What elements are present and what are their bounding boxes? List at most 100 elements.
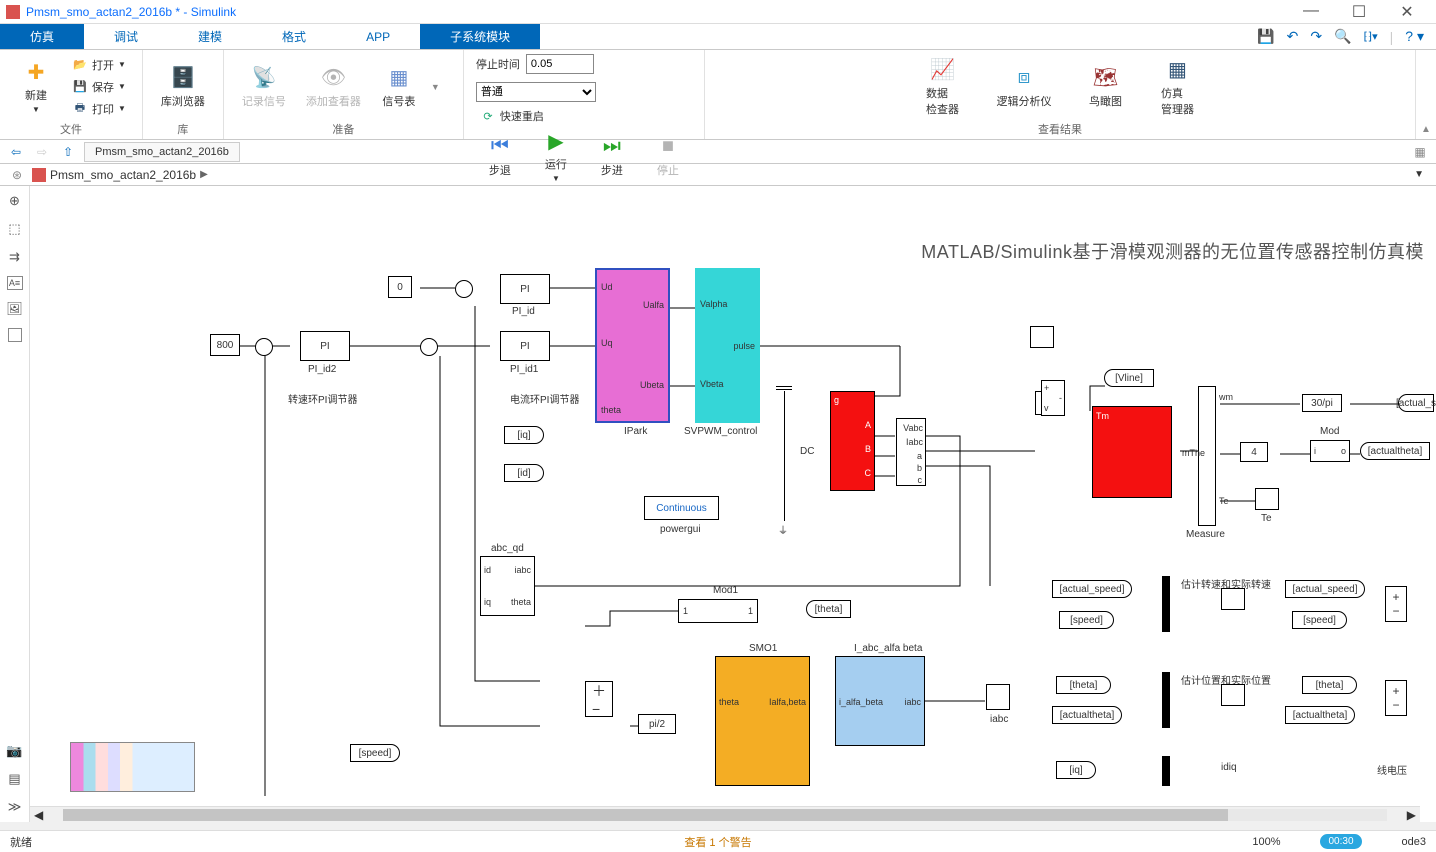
block-step[interactable] (1030, 326, 1054, 348)
maximize-button[interactable]: ☐ (1344, 2, 1374, 22)
breadcrumb-model[interactable]: Pmsm_smo_actan2_2016b (50, 168, 196, 182)
tab-format[interactable]: 格式 (252, 24, 336, 49)
step-forward-button[interactable]: ⏭步进 (588, 132, 636, 180)
birds-eye-button[interactable]: 🗺鸟瞰图 (1081, 63, 1129, 111)
model-tab[interactable]: Pmsm_smo_actan2_2016b (84, 142, 240, 162)
block-mod[interactable]: i o (1310, 440, 1350, 462)
block-gain30pi[interactable]: 30/pi (1302, 394, 1342, 412)
block-gain4[interactable]: 4 (1240, 442, 1268, 462)
tag-as2[interactable]: [actual_speed] (1052, 580, 1132, 598)
canvas[interactable]: MATLAB/Simulink基于滑模观测器的无位置传感器控制仿真模 (30, 186, 1436, 822)
open-button[interactable]: 📂打开 ▼ (68, 55, 130, 75)
print-button[interactable]: 🖶打印 ▼ (68, 99, 130, 119)
h-scrollbar[interactable]: ◀ ▶ (30, 806, 1420, 822)
tag-id[interactable]: [id] (504, 464, 544, 482)
tag-theta2[interactable]: [theta] (1056, 676, 1111, 694)
tab-simulate[interactable]: 仿真 (0, 24, 84, 49)
tag-theta3[interactable]: [theta] (1302, 676, 1357, 694)
block-iabcab[interactable]: i_alfa_beta iabc (835, 656, 925, 746)
viewmark-icon[interactable] (8, 328, 22, 342)
fast-restart-button[interactable]: ⟳快速重启 (476, 106, 548, 126)
scope-speed[interactable] (1221, 588, 1245, 610)
block-svpwm[interactable]: Valpha Vbeta pulse (695, 268, 760, 423)
tag-speed[interactable]: [speed] (350, 744, 400, 762)
tab-app[interactable]: APP (336, 24, 420, 49)
tag-speed3[interactable]: [speed] (1292, 611, 1347, 629)
block-meas1[interactable]: Vabc Iabc a b c (896, 418, 926, 486)
zoom-rect-icon[interactable]: ⬚ (6, 220, 24, 238)
add-viewer-button[interactable]: 👁添加查看器 (300, 63, 367, 111)
run-button[interactable]: ▶运行▼ (532, 126, 580, 185)
screenshot-icon[interactable]: 📷 (6, 742, 24, 760)
new-button[interactable]: ✚ 新建 ▼ (12, 57, 60, 116)
logic-analyzer-button[interactable]: ⧈逻辑分析仪 (990, 63, 1057, 111)
scope-iabc[interactable] (986, 684, 1010, 710)
data-inspector-button[interactable]: 📈数据 检查器 (918, 55, 966, 119)
block-PI-id[interactable]: PI (500, 274, 550, 304)
block-diff1[interactable]: +− (1385, 586, 1407, 622)
tab-subsystem[interactable]: 子系统模块 (420, 24, 540, 49)
close-button[interactable]: ✕ (1392, 2, 1422, 22)
tag-iq2[interactable]: [iq] (1056, 761, 1096, 779)
mux-3[interactable] (1162, 756, 1170, 786)
save-icon[interactable]: 💾 (1257, 28, 1274, 45)
sum-1[interactable] (255, 338, 273, 356)
tag-at3[interactable]: [actualtheta] (1285, 706, 1355, 724)
tag-actual-s[interactable]: [actual_s (1398, 394, 1434, 412)
block-sum-pi2[interactable]: ＋− (585, 681, 613, 717)
mux-1[interactable] (1162, 576, 1170, 632)
block-ipark[interactable]: Ud Uq theta Ualfa Ubeta (595, 268, 670, 423)
block-smo[interactable]: theta Ialfa,beta (715, 656, 810, 786)
undo-icon[interactable]: ↶ (1287, 28, 1299, 45)
block-abcqd[interactable]: id iq iabc theta (480, 556, 535, 616)
status-zoom[interactable]: 100% (1252, 836, 1280, 848)
zoom-fit-icon[interactable]: ⊕ (6, 192, 24, 210)
breadcrumb-dropdown[interactable]: ▼ (1408, 169, 1430, 180)
block-pmsm[interactable]: Tm (1092, 406, 1172, 498)
block-PI-id1[interactable]: PI (500, 331, 550, 361)
search-icon[interactable]: 🔍 (1334, 28, 1351, 45)
minimap[interactable] (70, 742, 195, 792)
block-mod1[interactable]: 1 1 (678, 599, 758, 623)
help-icon[interactable]: ? ▾ (1405, 28, 1424, 45)
tag-actualtheta[interactable]: [actualtheta] (1360, 442, 1430, 460)
image-icon[interactable]: 🖼 (6, 300, 24, 318)
const-0[interactable]: 0 (388, 276, 412, 298)
block-mux-v[interactable]: + v - (1041, 380, 1065, 416)
sim-mode-select[interactable]: 普通 (476, 82, 596, 102)
block-inverter[interactable]: g A B C (830, 391, 875, 491)
tab-modeling[interactable]: 建模 (168, 24, 252, 49)
stoptime-input[interactable] (526, 54, 594, 74)
tag-vline[interactable]: [Vline] (1104, 369, 1154, 387)
sum-2[interactable] (455, 280, 473, 298)
block-diff2[interactable]: +− (1385, 680, 1407, 716)
save-button[interactable]: 💾保存 ▼ (68, 77, 130, 97)
nav-back[interactable]: ⇦ (6, 142, 26, 162)
signal-table-button[interactable]: ▦信号表 (375, 63, 423, 111)
nav-grid-icon[interactable]: ▦ (1410, 142, 1430, 162)
status-warning[interactable]: 查看 1 个警告 (310, 834, 1126, 850)
hierarchy-button[interactable]: ⊛ (6, 168, 28, 182)
redo-icon[interactable]: ↷ (1310, 28, 1322, 45)
tag-as3[interactable]: [actual_speed] (1285, 580, 1365, 598)
expand-icon[interactable]: ≫ (6, 798, 24, 816)
prep-dropdown[interactable]: ▼ (431, 82, 440, 92)
annotation-icon[interactable]: A≡ (7, 276, 23, 290)
scope-te[interactable] (1255, 488, 1279, 510)
step-back-button[interactable]: ⏮步退 (476, 132, 524, 180)
stop-button[interactable]: ■停止 (644, 132, 692, 180)
minimize-button[interactable]: — (1296, 2, 1326, 22)
nav-up[interactable]: ⇧ (58, 142, 78, 162)
scope-theta[interactable] (1221, 684, 1245, 706)
log-signal-button[interactable]: 📡记录信号 (236, 63, 292, 111)
tab-debug[interactable]: 调试 (84, 24, 168, 49)
model-browser-icon[interactable]: ▤ (6, 770, 24, 788)
block-powergui[interactable]: Continuous (644, 496, 719, 520)
block-PI-id2[interactable]: PI (300, 331, 350, 361)
tag-theta[interactable]: [theta] (806, 600, 851, 618)
const-800[interactable]: 800 (210, 334, 240, 356)
nav-forward[interactable]: ⇨ (32, 142, 52, 162)
find-icon[interactable]: ⁅⁆▾ (1364, 30, 1378, 43)
tag-iq[interactable]: [iq] (504, 426, 544, 444)
block-pi2-const[interactable]: pi/2 (638, 714, 676, 734)
